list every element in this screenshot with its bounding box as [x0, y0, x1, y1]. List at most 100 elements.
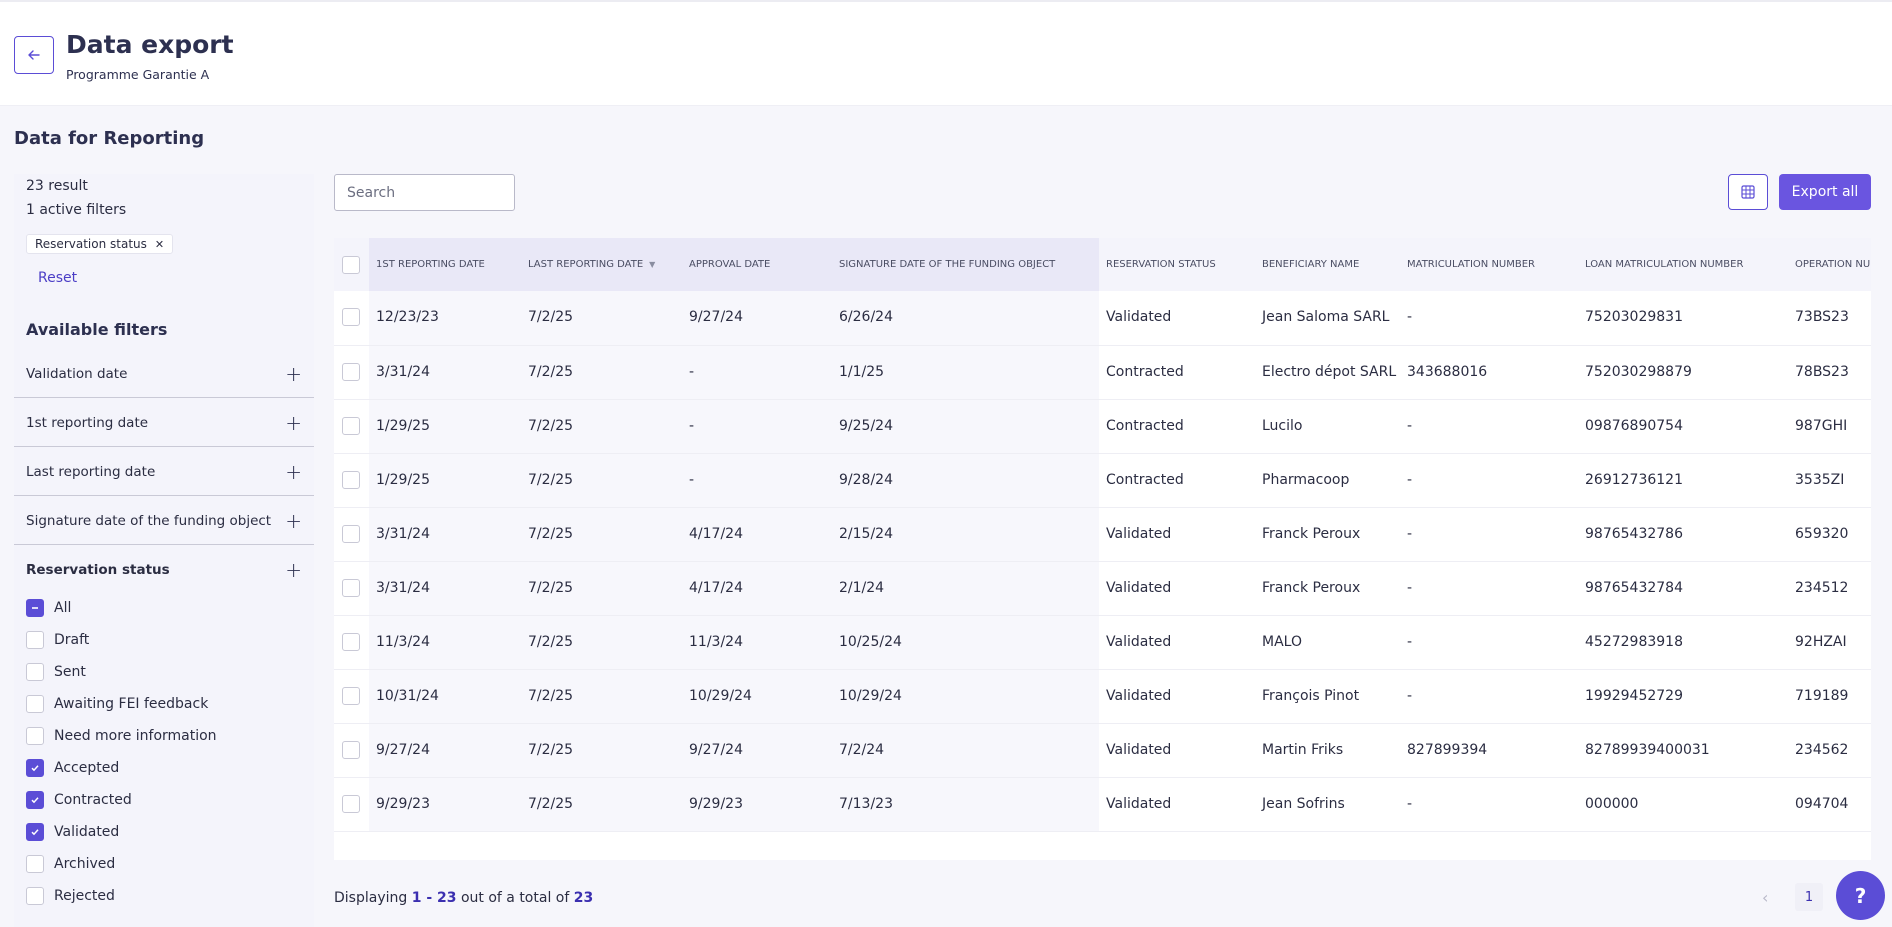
table-cell: 094704 — [1788, 777, 1871, 832]
column-header[interactable]: 1st reporting date — [369, 238, 521, 291]
status-option-contracted[interactable]: Contracted — [26, 789, 132, 811]
summary-middle: out of a total of — [460, 890, 570, 906]
close-icon[interactable]: ✕ — [155, 238, 164, 251]
column-header[interactable]: Last reporting date ▼ — [521, 238, 682, 291]
column-header[interactable]: Signature date of the funding object — [832, 238, 1099, 291]
column-header[interactable]: Loan matriculation number — [1578, 238, 1788, 291]
table-cell: Validated — [1099, 561, 1255, 616]
row-checkbox[interactable] — [342, 686, 360, 705]
table-row[interactable]: 3/31/24 7/2/25-1/1/25 Contracted Electro dé… — [334, 345, 1871, 400]
active-filters-count: 1 active filters — [26, 202, 127, 218]
row-checkbox[interactable] — [342, 416, 360, 435]
table-cell: - — [1400, 291, 1578, 346]
checkbox[interactable] — [26, 727, 44, 745]
filter-last-reporting-date[interactable]: Last reporting date + — [14, 448, 314, 496]
column-header[interactable]: Beneficiary name — [1255, 238, 1400, 291]
row-checkbox[interactable] — [342, 470, 360, 489]
checkbox-checked[interactable] — [26, 759, 44, 777]
table-cell: 987GHI — [1788, 399, 1871, 454]
sort-down-icon[interactable]: ▼ — [649, 260, 655, 269]
checkbox[interactable] — [26, 663, 44, 681]
column-header[interactable]: Reservation status — [1099, 238, 1255, 291]
summary-range: 1 - 23 — [411, 890, 457, 906]
table-cell: 9/29/23 — [682, 777, 832, 832]
table-cell: 7/2/25 — [521, 453, 682, 508]
check-icon — [31, 797, 39, 804]
row-checkbox[interactable] — [342, 632, 360, 651]
column-header[interactable]: Approval date — [682, 238, 832, 291]
pagination-summary: Displaying 1 - 23 out of a total of 23 — [334, 890, 593, 906]
status-option-accepted[interactable]: Accepted — [26, 757, 119, 779]
checkbox-checked[interactable] — [26, 823, 44, 841]
column-header-label: Loan matriculation number — [1585, 259, 1744, 270]
filter-validation-date[interactable]: Validation date + — [14, 350, 314, 398]
filter-label: 1st reporting date — [26, 414, 149, 431]
table-cell: 752030298879 — [1578, 345, 1788, 400]
table-cell: 10/31/24 — [369, 669, 521, 724]
table-cell: 9/28/24 — [832, 453, 1099, 508]
select-all-checkbox[interactable] — [342, 255, 360, 274]
table-cell: 98765432786 — [1578, 507, 1788, 562]
table-row[interactable]: 11/3/24 7/2/25 11/3/24 10/25/24 Validated MAL… — [334, 615, 1871, 670]
reset-filters-link[interactable]: Reset — [38, 270, 77, 286]
table-row[interactable]: 9/29/23 7/2/25 9/29/23 7/13/23 Validated Jean… — [334, 777, 1871, 832]
status-option-all[interactable]: All — [26, 597, 71, 619]
row-checkbox[interactable] — [342, 740, 360, 759]
search-input[interactable] — [334, 174, 515, 211]
status-option-awaiting-fei[interactable]: Awaiting FEI feedback — [26, 693, 208, 715]
table-cell: 9/29/23 — [369, 777, 521, 832]
column-header[interactable]: Matriculation number — [1400, 238, 1578, 291]
table-row[interactable]: 3/31/24 7/2/25 4/17/24 2/1/24 Validated Franc… — [334, 561, 1871, 616]
table-cell: 7/13/23 — [832, 777, 1099, 832]
row-select-cell — [334, 777, 369, 832]
filter-reservation-status[interactable]: Reservation status + — [14, 546, 314, 594]
data-table: 1st reporting date Last reporting date ▼ … — [334, 238, 1871, 832]
help-button[interactable]: ? — [1836, 871, 1885, 920]
filter-first-reporting-date[interactable]: 1st reporting date + — [14, 399, 314, 447]
status-option-rejected[interactable]: Rejected — [26, 885, 115, 907]
row-checkbox[interactable] — [342, 524, 360, 543]
page-title: Data export — [66, 30, 234, 59]
filter-signature-date[interactable]: Signature date of the funding object + — [14, 497, 314, 545]
table-cell: Jean Sofrins — [1255, 777, 1400, 832]
status-option-archived[interactable]: Archived — [26, 853, 115, 875]
table-cell: - — [1400, 561, 1578, 616]
status-option-validated[interactable]: Validated — [26, 821, 119, 843]
row-checkbox[interactable] — [342, 308, 360, 327]
table-row[interactable]: 1/29/25 7/2/25-9/28/24 Contracted Pharmacoo… — [334, 453, 1871, 508]
table-cell: Validated — [1099, 723, 1255, 778]
indeterminate-checkbox[interactable] — [26, 599, 44, 617]
table-row[interactable]: 3/31/24 7/2/25 4/17/24 2/15/24 Validated Fran… — [334, 507, 1871, 562]
row-select-cell — [334, 669, 369, 724]
row-checkbox[interactable] — [342, 794, 360, 813]
table-cell: Validated — [1099, 507, 1255, 562]
chevron-left-icon[interactable]: ‹ — [1762, 888, 1768, 907]
checkbox[interactable] — [26, 887, 44, 905]
column-header[interactable]: Operation number — [1788, 238, 1871, 291]
table-row[interactable]: 9/27/24 7/2/25 9/27/24 7/2/24 Validated Marti… — [334, 723, 1871, 778]
export-all-button[interactable]: Export all — [1779, 174, 1871, 210]
row-select-cell — [334, 507, 369, 562]
table-cell: 4/17/24 — [682, 507, 832, 562]
row-select-cell — [334, 615, 369, 670]
column-settings-button[interactable] — [1728, 174, 1768, 210]
back-button[interactable] — [14, 36, 54, 74]
status-option-draft[interactable]: Draft — [26, 629, 89, 651]
row-select-cell — [334, 723, 369, 778]
checkbox[interactable] — [26, 695, 44, 713]
row-checkbox[interactable] — [342, 578, 360, 597]
plus-icon: + — [285, 459, 302, 484]
row-checkbox[interactable] — [342, 362, 360, 381]
checkbox-checked[interactable] — [26, 791, 44, 809]
option-label: Contracted — [54, 792, 132, 808]
checkbox[interactable] — [26, 855, 44, 873]
pagination-page-1[interactable]: 1 — [1795, 883, 1823, 911]
column-header-label: 1st reporting date — [376, 259, 485, 270]
status-option-need-info[interactable]: Need more information — [26, 725, 217, 747]
table-row[interactable]: 12/23/23 7/2/25 9/27/24 6/26/24 Validated Jea… — [334, 291, 1871, 346]
status-option-sent[interactable]: Sent — [26, 661, 86, 683]
checkbox[interactable] — [26, 631, 44, 649]
table-row[interactable]: 1/29/25 7/2/25-9/25/24 Contracted Lucilo -09… — [334, 399, 1871, 454]
table-cell: 1/29/25 — [369, 453, 521, 508]
table-row[interactable]: 10/31/24 7/2/25 10/29/24 10/29/24 Validated F… — [334, 669, 1871, 724]
